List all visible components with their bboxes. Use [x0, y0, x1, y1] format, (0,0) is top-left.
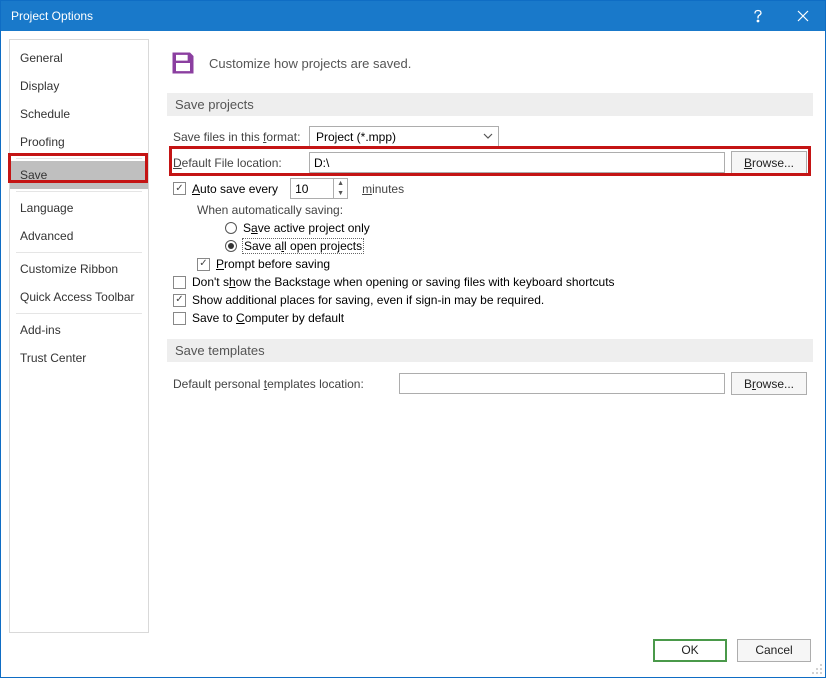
checkbox-box [173, 182, 186, 195]
autosave-minutes-value: 10 [291, 182, 333, 196]
sidebar-item-general[interactable]: General [10, 44, 148, 72]
radio-circle [225, 240, 237, 252]
sidebar-item-label: Language [20, 201, 73, 215]
spinner-arrows[interactable]: ▲▼ [333, 179, 347, 198]
sidebar-separator [16, 191, 142, 192]
prompt-checkbox[interactable]: Prompt before saving [197, 257, 330, 271]
sidebar-item-schedule[interactable]: Schedule [10, 100, 148, 128]
save-computer-checkbox[interactable]: Save to Computer by default [173, 311, 344, 325]
sidebar-item-label: Customize Ribbon [20, 262, 118, 276]
sidebar: General Display Schedule Proofing Save L… [9, 39, 149, 633]
format-select[interactable]: Project (*.mpp) [309, 126, 499, 147]
default-location-label: Default File location: [173, 156, 303, 170]
sidebar-separator [16, 252, 142, 253]
save-all-radio[interactable]: Save all open projects [225, 239, 363, 253]
autosave-minutes-spinner[interactable]: 10 ▲▼ [290, 178, 348, 199]
sidebar-item-label: Quick Access Toolbar [20, 290, 135, 304]
save-projects-form: Save files in this format: Project (*.mp… [167, 126, 813, 325]
templates-location-label: Default personal templates location: [173, 377, 393, 391]
default-location-input[interactable]: D:\ [309, 152, 725, 173]
cancel-button[interactable]: Cancel [737, 639, 811, 662]
page-header: Customize how projects are saved. [169, 49, 813, 77]
sidebar-item-language[interactable]: Language [10, 194, 148, 222]
sidebar-item-label: Add-ins [20, 323, 61, 337]
sidebar-separator [16, 158, 142, 159]
page-subtitle: Customize how projects are saved. [209, 56, 411, 71]
sidebar-item-label: Save [20, 168, 47, 182]
window-title: Project Options [11, 9, 735, 23]
sidebar-item-quick-access[interactable]: Quick Access Toolbar [10, 283, 148, 311]
sidebar-item-addins[interactable]: Add-ins [10, 316, 148, 344]
backstage-checkbox[interactable]: Don't show the Backstage when opening or… [173, 275, 615, 289]
sidebar-item-advanced[interactable]: Advanced [10, 222, 148, 250]
checkbox-box [173, 312, 186, 325]
format-select-value: Project (*.mpp) [316, 130, 396, 144]
section-save-projects: Save projects [167, 93, 813, 116]
sidebar-item-label: General [20, 51, 63, 65]
sidebar-item-label: Proofing [20, 135, 65, 149]
sidebar-separator [16, 313, 142, 314]
additional-places-checkbox[interactable]: Show additional places for saving, even … [173, 293, 544, 307]
default-location-value: D:\ [314, 156, 329, 170]
dialog-body: General Display Schedule Proofing Save L… [1, 31, 825, 633]
sidebar-item-trust-center[interactable]: Trust Center [10, 344, 148, 372]
sidebar-item-label: Trust Center [20, 351, 86, 365]
checkbox-box [173, 294, 186, 307]
save-active-radio[interactable]: Save active project only [225, 221, 370, 235]
sidebar-item-label: Advanced [20, 229, 73, 243]
help-button[interactable] [735, 1, 780, 31]
checkbox-box [173, 276, 186, 289]
sidebar-item-label: Schedule [20, 107, 70, 121]
templates-location-input[interactable] [399, 373, 725, 394]
save-icon [169, 49, 197, 77]
sidebar-item-proofing[interactable]: Proofing [10, 128, 148, 156]
save-templates-form: Default personal templates location: Bro… [167, 372, 813, 395]
browse-templates-button[interactable]: Browse... [731, 372, 807, 395]
format-label: Save files in this format: [173, 130, 303, 144]
when-saving-label: When automatically saving: [197, 203, 343, 217]
section-save-templates: Save templates [167, 339, 813, 362]
sidebar-item-save[interactable]: Save [10, 161, 148, 189]
dialog-footer: OK Cancel [1, 633, 825, 677]
main-pane: Customize how projects are saved. Save p… [149, 39, 817, 633]
browse-button[interactable]: Browse... [731, 151, 807, 174]
minutes-label: minutes [362, 182, 404, 196]
autosave-checkbox[interactable]: Auto save every [173, 182, 278, 196]
dialog-window: Project Options General Display Schedule… [0, 0, 826, 678]
sidebar-item-label: Display [20, 79, 59, 93]
close-button[interactable] [780, 1, 825, 31]
chevron-down-icon [482, 130, 494, 142]
sidebar-item-display[interactable]: Display [10, 72, 148, 100]
radio-circle [225, 222, 237, 234]
checkbox-box [197, 258, 210, 271]
sidebar-item-customize-ribbon[interactable]: Customize Ribbon [10, 255, 148, 283]
resize-grip-icon[interactable] [811, 663, 823, 675]
ok-button[interactable]: OK [653, 639, 727, 662]
titlebar: Project Options [1, 1, 825, 31]
